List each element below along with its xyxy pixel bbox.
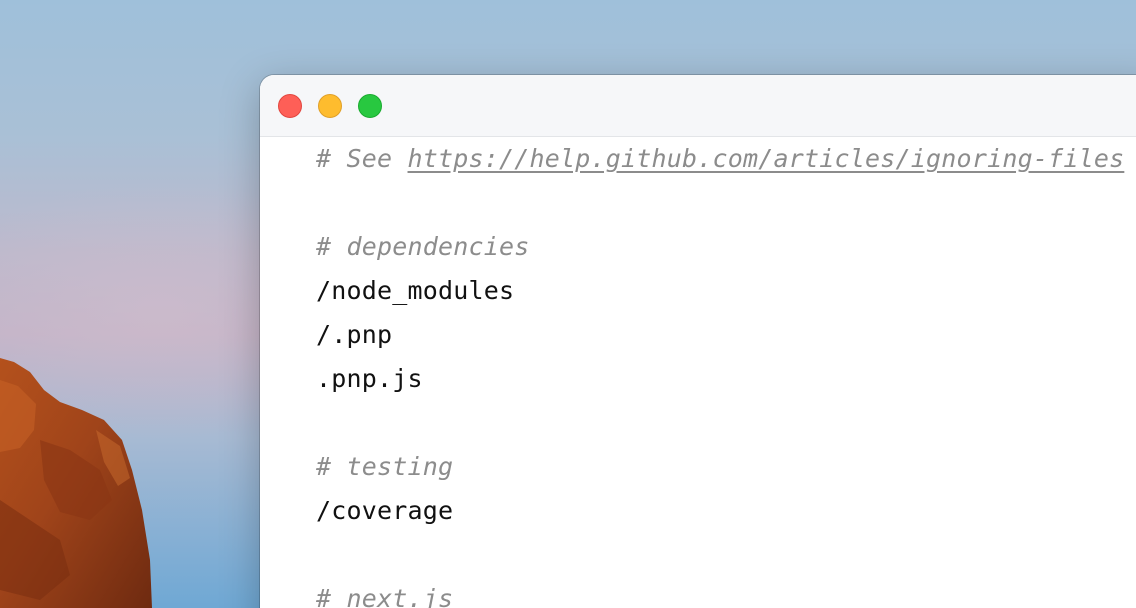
- code-line: /coverage: [316, 496, 454, 525]
- code-line: /node_modules: [316, 276, 515, 305]
- zoom-window-button[interactable]: [358, 94, 382, 118]
- code-line: # next.js: [316, 584, 454, 608]
- url-link[interactable]: https://help.github.com/articles/ignorin…: [408, 144, 1125, 173]
- code-line: /.pnp: [316, 320, 393, 349]
- wallpaper-rock-formation: [0, 358, 152, 608]
- code-line: # dependencies: [316, 232, 530, 261]
- comment-text: # See: [316, 144, 408, 173]
- code-line: # testing: [316, 452, 454, 481]
- editor-window: # See https://help.github.com/articles/i…: [260, 75, 1136, 608]
- window-titlebar[interactable]: [260, 75, 1136, 137]
- code-line: .pnp.js: [316, 364, 423, 393]
- code-line: # See https://help.github.com/articles/i…: [316, 137, 1136, 181]
- minimize-window-button[interactable]: [318, 94, 342, 118]
- close-window-button[interactable]: [278, 94, 302, 118]
- code-editor[interactable]: # See https://help.github.com/articles/i…: [316, 137, 1136, 608]
